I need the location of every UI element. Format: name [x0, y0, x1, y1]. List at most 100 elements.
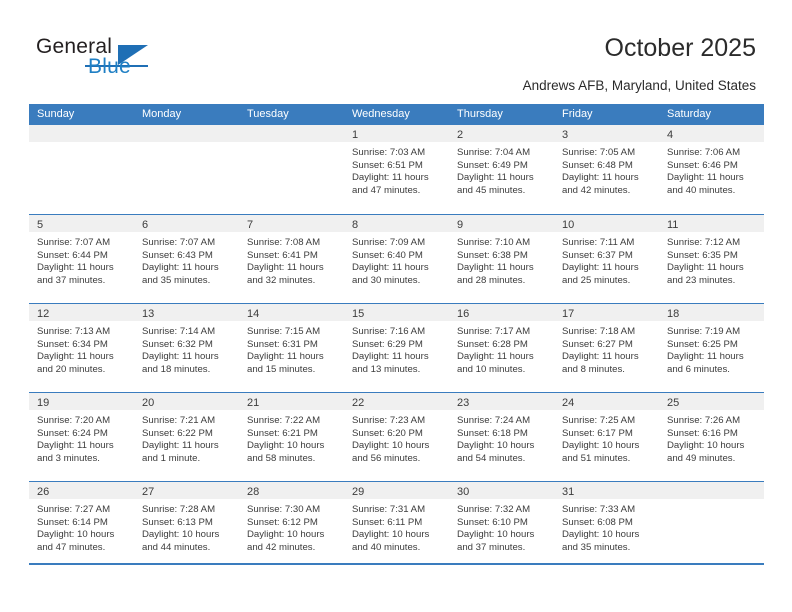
page-title: October 2025	[604, 34, 757, 62]
day-number-strip: 11	[659, 215, 764, 232]
calendar-day-cell[interactable]: 8 Sunrise: 7:09 AM Sunset: 6:40 PM Daylight…	[344, 215, 449, 303]
calendar-day-cell[interactable]: 5 Sunrise: 7:07 AM Sunset: 6:44 PM Daylight…	[29, 215, 134, 303]
calendar-day-cell[interactable]: 12 Sunrise: 7:13 AM Sunset: 6:34 PM Dayligh…	[29, 304, 134, 392]
day-number-strip: 27	[134, 482, 239, 499]
sunset-text: Sunset: 6:16 PM	[667, 427, 738, 439]
daylight-text-line2: and 42 minutes.	[562, 184, 631, 196]
calendar-day-cell[interactable]: 27 Sunrise: 7:28 AM Sunset: 6:13 PM Dayligh…	[134, 482, 239, 570]
sunset-text: Sunset: 6:48 PM	[562, 159, 633, 171]
day-number-strip: 8	[344, 215, 449, 232]
daylight-text-line2: and 8 minutes.	[562, 363, 625, 375]
daylight-text-line2: and 47 minutes.	[37, 541, 106, 553]
daylight-text-line2: and 25 minutes.	[562, 274, 631, 286]
daylight-text-line1: Daylight: 10 hours	[667, 440, 745, 452]
calendar-day-cell[interactable]: 7 Sunrise: 7:08 AM Sunset: 6:41 PM Daylight…	[239, 215, 344, 303]
calendar-day-cell[interactable]: 25 Sunrise: 7:26 AM Sunset: 6:16 PM Dayligh…	[659, 393, 764, 481]
calendar-day-cell[interactable]: 22 Sunrise: 7:23 AM Sunset: 6:20 PM Dayligh…	[344, 393, 449, 481]
daylight-text-line2: and 15 minutes.	[247, 363, 316, 375]
weekday-header-wednesday: Wednesday	[352, 108, 410, 120]
sunset-text: Sunset: 6:21 PM	[247, 427, 318, 439]
day-number: 23	[457, 397, 470, 409]
daylight-text-line2: and 51 minutes.	[562, 452, 631, 464]
calendar-week-row: 1 Sunrise: 7:03 AM Sunset: 6:51 PM Daylight…	[29, 125, 764, 214]
calendar-day-cell[interactable]: 6 Sunrise: 7:07 AM Sunset: 6:43 PM Daylight…	[134, 215, 239, 303]
calendar-day-cell[interactable]: 1 Sunrise: 7:03 AM Sunset: 6:51 PM Daylight…	[344, 125, 449, 214]
calendar-day-cell[interactable]: 28 Sunrise: 7:30 AM Sunset: 6:12 PM Dayligh…	[239, 482, 344, 570]
day-number-strip	[29, 125, 134, 142]
calendar-day-cell[interactable]: 9 Sunrise: 7:10 AM Sunset: 6:38 PM Daylight…	[449, 215, 554, 303]
day-number: 7	[247, 219, 254, 231]
day-details: Sunrise: 7:25 AM Sunset: 6:17 PM Daylight:…	[554, 410, 659, 465]
day-details: Sunrise: 7:10 AM Sunset: 6:38 PM Daylight:…	[449, 232, 554, 287]
calendar-day-cell[interactable]: 14 Sunrise: 7:15 AM Sunset: 6:31 PM Dayligh…	[239, 304, 344, 392]
calendar-day-cell[interactable]: 19 Sunrise: 7:20 AM Sunset: 6:24 PM Dayligh…	[29, 393, 134, 481]
day-number: 28	[247, 486, 260, 498]
sunset-text: Sunset: 6:24 PM	[37, 427, 108, 439]
day-details: Sunrise: 7:19 AM Sunset: 6:25 PM Daylight:…	[659, 321, 764, 376]
sunrise-text: Sunrise: 7:19 AM	[667, 326, 741, 337]
calendar-day-cell[interactable]: 29 Sunrise: 7:31 AM Sunset: 6:11 PM Dayligh…	[344, 482, 449, 570]
day-details: Sunrise: 7:33 AM Sunset: 6:08 PM Daylight:…	[554, 499, 659, 554]
day-details: Sunrise: 7:24 AM Sunset: 6:18 PM Daylight:…	[449, 410, 554, 465]
day-number: 13	[142, 308, 155, 320]
daylight-text-line2: and 13 minutes.	[352, 363, 421, 375]
weekday-header-sunday: Sunday	[37, 108, 75, 120]
calendar-day-cell[interactable]: 26 Sunrise: 7:27 AM Sunset: 6:14 PM Dayligh…	[29, 482, 134, 570]
day-number: 6	[142, 219, 149, 231]
calendar-day-cell[interactable]: 11 Sunrise: 7:12 AM Sunset: 6:35 PM Dayligh…	[659, 215, 764, 303]
day-number: 1	[352, 129, 359, 141]
calendar-week-row: 26 Sunrise: 7:27 AM Sunset: 6:14 PM Dayligh…	[29, 481, 764, 570]
day-number-strip: 26	[29, 482, 134, 499]
day-number: 17	[562, 308, 575, 320]
day-details: Sunrise: 7:31 AM Sunset: 6:11 PM Daylight:…	[344, 499, 449, 554]
logo-text-blue: Blue	[88, 55, 131, 78]
day-number: 24	[562, 397, 575, 409]
sunrise-text: Sunrise: 7:25 AM	[562, 415, 636, 426]
sunset-text: Sunset: 6:34 PM	[37, 338, 108, 350]
daylight-text-line1: Daylight: 11 hours	[142, 351, 219, 363]
sunrise-text: Sunrise: 7:07 AM	[142, 237, 216, 248]
day-details: Sunrise: 7:04 AM Sunset: 6:49 PM Daylight:…	[449, 142, 554, 197]
daylight-text-line1: Daylight: 10 hours	[562, 529, 640, 541]
day-details: Sunrise: 7:23 AM Sunset: 6:20 PM Daylight:…	[344, 410, 449, 465]
day-details: Sunrise: 7:28 AM Sunset: 6:13 PM Daylight:…	[134, 499, 239, 554]
daylight-text-line1: Daylight: 11 hours	[352, 262, 429, 274]
daylight-text-line1: Daylight: 10 hours	[562, 440, 640, 452]
sunrise-text: Sunrise: 7:14 AM	[142, 326, 216, 337]
sunrise-text: Sunrise: 7:20 AM	[37, 415, 111, 426]
sunset-text: Sunset: 6:43 PM	[142, 249, 213, 261]
day-number-strip: 21	[239, 393, 344, 410]
calendar-day-cell[interactable]: 31 Sunrise: 7:33 AM Sunset: 6:08 PM Dayligh…	[554, 482, 659, 570]
daylight-text-line1: Daylight: 11 hours	[37, 440, 114, 452]
sunrise-text: Sunrise: 7:33 AM	[562, 504, 636, 515]
calendar-day-cell[interactable]: 15 Sunrise: 7:16 AM Sunset: 6:29 PM Dayligh…	[344, 304, 449, 392]
sunset-text: Sunset: 6:49 PM	[457, 159, 528, 171]
calendar-day-cell[interactable]: 10 Sunrise: 7:11 AM Sunset: 6:37 PM Dayligh…	[554, 215, 659, 303]
calendar-day-cell[interactable]: 24 Sunrise: 7:25 AM Sunset: 6:17 PM Dayligh…	[554, 393, 659, 481]
day-details: Sunrise: 7:13 AM Sunset: 6:34 PM Daylight:…	[29, 321, 134, 376]
day-number: 29	[352, 486, 365, 498]
day-number-strip: 4	[659, 125, 764, 142]
generalblue-logo[interactable]: General Blue	[36, 36, 216, 84]
daylight-text-line1: Daylight: 11 hours	[142, 440, 219, 452]
calendar-day-cell[interactable]: 4 Sunrise: 7:06 AM Sunset: 6:46 PM Daylight…	[659, 125, 764, 214]
calendar-day-cell[interactable]: 20 Sunrise: 7:21 AM Sunset: 6:22 PM Dayligh…	[134, 393, 239, 481]
day-number-strip: 19	[29, 393, 134, 410]
sunrise-text: Sunrise: 7:31 AM	[352, 504, 426, 515]
day-number-strip: 18	[659, 304, 764, 321]
day-number-strip: 17	[554, 304, 659, 321]
daylight-text-line1: Daylight: 11 hours	[457, 172, 534, 184]
calendar-day-cell[interactable]: 13 Sunrise: 7:14 AM Sunset: 6:32 PM Dayligh…	[134, 304, 239, 392]
daylight-text-line1: Daylight: 11 hours	[247, 351, 324, 363]
calendar-day-cell[interactable]: 3 Sunrise: 7:05 AM Sunset: 6:48 PM Daylight…	[554, 125, 659, 214]
day-details: Sunrise: 7:14 AM Sunset: 6:32 PM Daylight:…	[134, 321, 239, 376]
calendar-day-cell[interactable]: 17 Sunrise: 7:18 AM Sunset: 6:27 PM Dayligh…	[554, 304, 659, 392]
calendar-day-cell[interactable]: 18 Sunrise: 7:19 AM Sunset: 6:25 PM Dayligh…	[659, 304, 764, 392]
calendar-day-cell[interactable]: 30 Sunrise: 7:32 AM Sunset: 6:10 PM Dayligh…	[449, 482, 554, 570]
sunset-text: Sunset: 6:22 PM	[142, 427, 213, 439]
calendar-day-cell[interactable]: 16 Sunrise: 7:17 AM Sunset: 6:28 PM Dayligh…	[449, 304, 554, 392]
calendar-day-cell[interactable]: 21 Sunrise: 7:22 AM Sunset: 6:21 PM Dayligh…	[239, 393, 344, 481]
sunrise-text: Sunrise: 7:10 AM	[457, 237, 531, 248]
calendar-day-cell[interactable]: 2 Sunrise: 7:04 AM Sunset: 6:49 PM Daylight…	[449, 125, 554, 214]
calendar-day-cell[interactable]: 23 Sunrise: 7:24 AM Sunset: 6:18 PM Dayligh…	[449, 393, 554, 481]
